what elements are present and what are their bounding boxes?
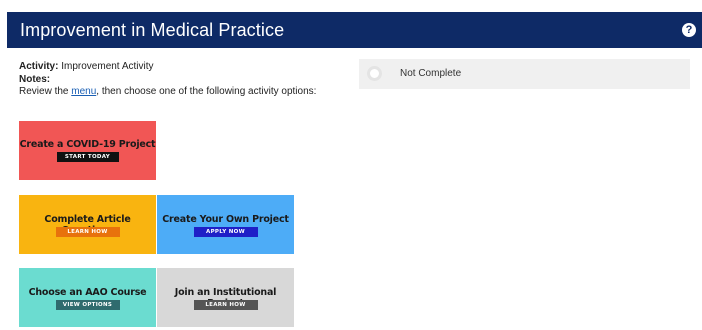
page-header: Improvement in Medical Practice ? bbox=[7, 12, 702, 48]
activity-label: Activity: bbox=[19, 61, 59, 72]
tile-title: Create a COVID-19 Project bbox=[19, 139, 156, 150]
completion-status: Not Complete bbox=[359, 59, 690, 89]
tile-button[interactable]: LEARN HOW bbox=[55, 227, 120, 237]
activity-value: Improvement Activity bbox=[61, 61, 154, 72]
instruction-line: Review the menu, then choose one of the … bbox=[19, 86, 316, 99]
notes-line: Notes: bbox=[19, 74, 316, 87]
menu-link[interactable]: menu bbox=[71, 86, 96, 97]
tile-button[interactable]: LEARN HOW bbox=[193, 300, 258, 310]
tile-button[interactable]: VIEW OPTIONS bbox=[55, 300, 120, 310]
tile-button[interactable]: APPLY NOW bbox=[193, 227, 258, 237]
tile-institutional-project[interactable]: Join an Institutional Project LEARN HOW bbox=[157, 268, 294, 327]
activity-line: Activity: Improvement Activity bbox=[19, 61, 316, 74]
tile-title: Create Your Own Project bbox=[162, 214, 289, 225]
status-text: Not Complete bbox=[400, 68, 462, 79]
page-title: Improvement in Medical Practice bbox=[20, 20, 285, 40]
tile-button[interactable]: START TODAY bbox=[56, 152, 119, 162]
tile-article-questions[interactable]: Complete Article Questions LEARN HOW bbox=[19, 195, 156, 254]
activity-info: Activity: Improvement Activity Notes: Re… bbox=[19, 61, 316, 99]
help-icon[interactable]: ? bbox=[682, 23, 696, 37]
tile-own-project[interactable]: Create Your Own Project APPLY NOW bbox=[157, 195, 294, 254]
tile-title: Choose an AAO Course bbox=[28, 287, 147, 298]
instruction-before: Review the bbox=[19, 86, 72, 97]
instruction-after: , then choose one of the following activ… bbox=[96, 86, 317, 97]
tile-covid-project[interactable]: Create a COVID-19 Project START TODAY bbox=[19, 121, 156, 180]
tile-aao-course[interactable]: Choose an AAO Course VIEW OPTIONS bbox=[19, 268, 156, 327]
status-circle-icon bbox=[367, 66, 382, 81]
notes-label: Notes: bbox=[19, 73, 51, 85]
